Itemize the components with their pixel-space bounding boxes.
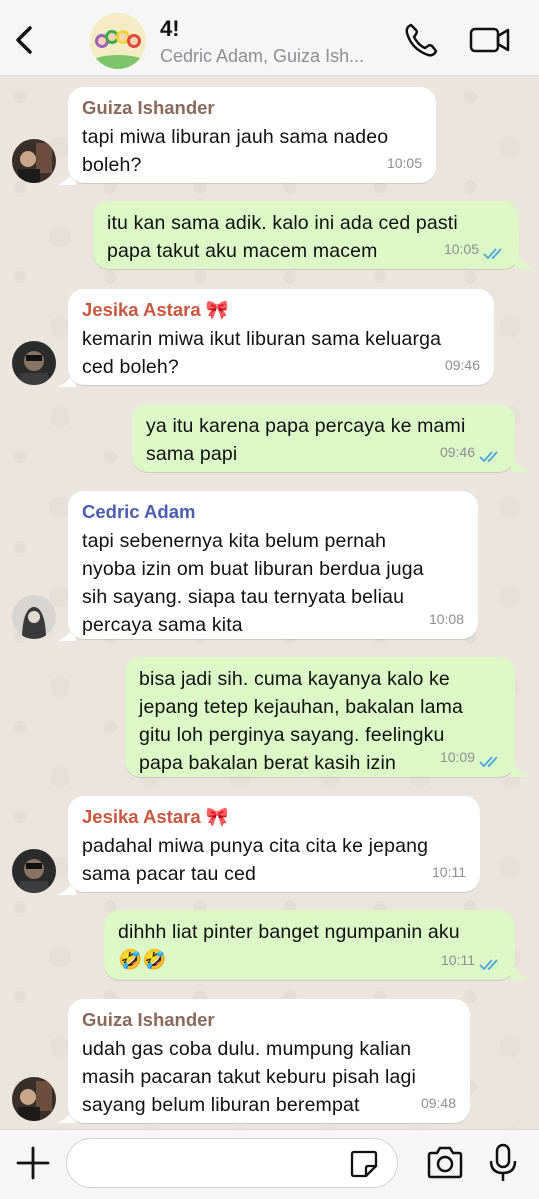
message-bubble-incoming[interactable]: Cedric Adam tapi sebenernya kita belum p… <box>68 491 478 639</box>
chevron-left-icon <box>16 26 32 54</box>
attach-button[interactable] <box>14 1144 52 1182</box>
message-time: 10:05 <box>443 241 479 257</box>
message-list[interactable]: Guiza Ishander tapi miwa liburan jauh sa… <box>0 77 539 1129</box>
user-avatar-icon <box>12 1077 56 1121</box>
message-time: 10:05 <box>386 155 422 171</box>
message-bubble-outgoing[interactable]: itu kan sama adik. kalo ini ada ced past… <box>93 201 519 269</box>
message-bubble-incoming[interactable]: Guiza Ishander tapi miwa liburan jauh sa… <box>68 87 436 183</box>
message-bubble-outgoing[interactable]: dihhh liat pinter banget ngumpanin aku 🤣… <box>104 910 515 980</box>
avatar-jesika[interactable] <box>12 341 56 385</box>
double-check-icon <box>483 248 502 260</box>
chat-title[interactable]: 4! <box>160 16 180 42</box>
composer-bar <box>0 1129 539 1199</box>
message-sender: Cedric Adam <box>82 501 196 522</box>
avatar-cedric[interactable] <box>12 595 56 639</box>
video-camera-icon <box>469 27 510 53</box>
message-sender: Jesika Astara 🎀 <box>82 806 229 827</box>
message-time: 09:48 <box>420 1095 456 1111</box>
user-avatar-icon <box>12 595 56 639</box>
message-time: 09:46 <box>444 357 480 373</box>
bubble-tail <box>511 454 529 472</box>
message-text: udah gas coba dulu. mumpung kalian masih… <box>82 1038 416 1116</box>
message-time: 10:11 <box>441 952 475 968</box>
user-avatar-icon <box>12 139 56 183</box>
message-time: 10:08 <box>428 611 464 627</box>
video-call-button[interactable] <box>468 22 512 58</box>
message-bubble-outgoing[interactable]: bisa jadi sih. cuma kayanya kalo ke jepa… <box>125 657 515 777</box>
user-avatar-icon <box>12 849 56 893</box>
message-time: 10:11 <box>432 864 466 880</box>
chat-header: 4! Cedric Adam, Guiza Ish... <box>0 0 539 76</box>
message-text: kemarin miwa ikut liburan sama keluarga … <box>82 328 442 378</box>
sticker-button[interactable] <box>348 1148 380 1180</box>
avatar-guiza[interactable] <box>12 1077 56 1121</box>
sticker-icon <box>350 1150 378 1178</box>
double-check-icon <box>479 959 498 971</box>
message-bubble-incoming[interactable]: Jesika Astara 🎀 kemarin miwa ikut libura… <box>68 289 494 385</box>
message-sender: Guiza Ishander <box>82 97 215 118</box>
message-sender: Jesika Astara 🎀 <box>82 299 229 320</box>
double-check-icon <box>479 756 498 768</box>
bubble-tail <box>515 251 533 269</box>
bubble-tail <box>511 759 529 777</box>
phone-icon <box>405 23 438 57</box>
user-avatar-icon <box>12 341 56 385</box>
message-sender: Guiza Ishander <box>82 1009 215 1030</box>
bubble-tail <box>511 962 529 980</box>
avatar-guiza[interactable] <box>12 139 56 183</box>
message-bubble-incoming[interactable]: Guiza Ishander udah gas coba dulu. mumpu… <box>68 999 470 1123</box>
message-bubble-incoming[interactable]: Jesika Astara 🎀 padahal miwa punya cita … <box>68 796 480 892</box>
chat-participants[interactable]: Cedric Adam, Guiza Ish... <box>160 46 400 67</box>
teletubbies-group-avatar-icon <box>90 13 146 69</box>
message-time: 09:46 <box>439 444 475 460</box>
plus-icon <box>16 1146 50 1180</box>
camera-button[interactable] <box>424 1144 466 1182</box>
message-bubble-outgoing[interactable]: ya itu karena papa percaya ke mami sama … <box>132 404 515 472</box>
double-check-icon <box>479 451 498 463</box>
message-text: tapi sebenernya kita belum pernah nyoba … <box>82 530 424 636</box>
camera-icon <box>427 1146 463 1179</box>
microphone-icon <box>489 1143 517 1181</box>
message-time: 10:09 <box>439 749 475 765</box>
voice-call-button[interactable] <box>402 20 440 60</box>
microphone-button[interactable] <box>486 1142 520 1184</box>
message-text: padahal miwa punya cita cita ke jepang s… <box>82 835 429 885</box>
group-avatar[interactable] <box>90 13 146 69</box>
avatar-jesika[interactable] <box>12 849 56 893</box>
message-text: tapi miwa liburan jauh sama nadeo boleh? <box>82 126 389 176</box>
back-button[interactable] <box>10 22 40 58</box>
